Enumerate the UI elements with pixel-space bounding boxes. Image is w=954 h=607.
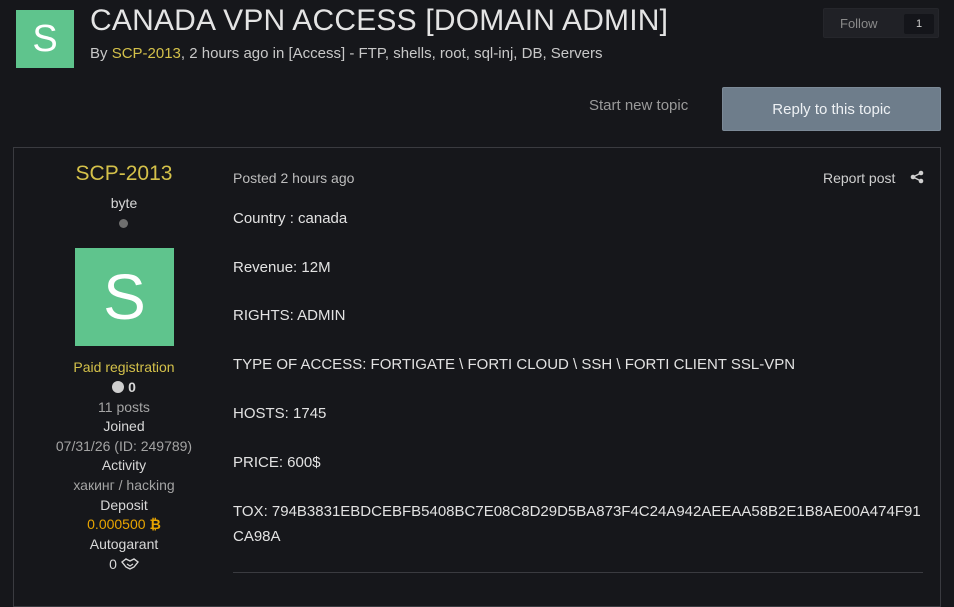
report-post-link[interactable]: Report post: [823, 170, 895, 186]
joined-label: Joined: [103, 418, 145, 434]
follow-label: Follow: [840, 16, 878, 31]
post-container: SCP-2013 byte S Paid registration 0 11 p…: [13, 147, 941, 607]
deposit-amount: 0.000500: [87, 516, 146, 532]
autogarant-value: 0: [28, 556, 220, 572]
deposit-value: 0.000500 ₿: [28, 516, 220, 532]
follow-button[interactable]: Follow 1: [823, 8, 939, 38]
author-group: Paid registration: [73, 359, 175, 375]
post-line-price: PRICE: 600$: [233, 454, 321, 471]
handshake-icon: [120, 558, 139, 570]
author-avatar[interactable]: S: [75, 248, 174, 346]
byline-author-link[interactable]: SCP-2013: [112, 45, 181, 62]
activity-label: Activity: [101, 457, 147, 473]
author-reputation: 0: [28, 379, 220, 395]
byline-prefix: By: [90, 45, 112, 62]
start-new-topic-link[interactable]: Start new topic: [589, 97, 688, 114]
topic-title: CANADA VPN ACCESS [DOMAIN ADMIN]: [90, 4, 669, 37]
bitcoin-icon: ₿: [149, 516, 161, 532]
author-post-count: 11 posts: [98, 399, 150, 415]
post-line-access-type: TYPE OF ACCESS: FORTIGATE \ FORTI CLOUD …: [233, 356, 796, 373]
post-line-country: Country : canada: [233, 210, 348, 227]
post-divider: [233, 572, 923, 573]
post-line-rights: RIGHTS: ADMIN: [233, 307, 346, 324]
author-name-link[interactable]: SCP-2013: [28, 162, 220, 186]
autogarant-label: Autogarant: [89, 536, 159, 552]
activity-value: хакинг / hacking: [73, 477, 175, 493]
reputation-value: 0: [128, 379, 136, 395]
post-line-tox[interactable]: TOX: 794B3831EBDCEBFB5408BC7E08C8D29D5BA…: [233, 499, 925, 549]
online-status-icon: [119, 219, 128, 228]
post-line-revenue: Revenue: 12M: [233, 259, 331, 276]
deposit-label: Deposit: [100, 497, 148, 513]
autogarant-count: 0: [109, 556, 117, 572]
topic-author-avatar[interactable]: S: [16, 10, 74, 68]
post-line-hosts: HOSTS: 1745: [233, 405, 327, 422]
share-icon[interactable]: [910, 170, 924, 184]
reputation-icon: [112, 381, 125, 393]
author-rank: byte: [110, 195, 138, 211]
byline-middle: , 2 hours ago in: [180, 45, 289, 62]
topic-byline: By SCP-2013, 2 hours ago in [Access] - F…: [90, 45, 602, 62]
post-timestamp: Posted 2 hours ago: [233, 170, 355, 186]
reply-to-topic-button[interactable]: Reply to this topic: [722, 87, 941, 131]
joined-value: 07/31/26 (ID: 249789): [55, 438, 193, 454]
follow-count-badge: 1: [904, 14, 934, 34]
byline-forum-link[interactable]: [Access] - FTP, shells, root, sql-inj, D…: [288, 45, 602, 62]
